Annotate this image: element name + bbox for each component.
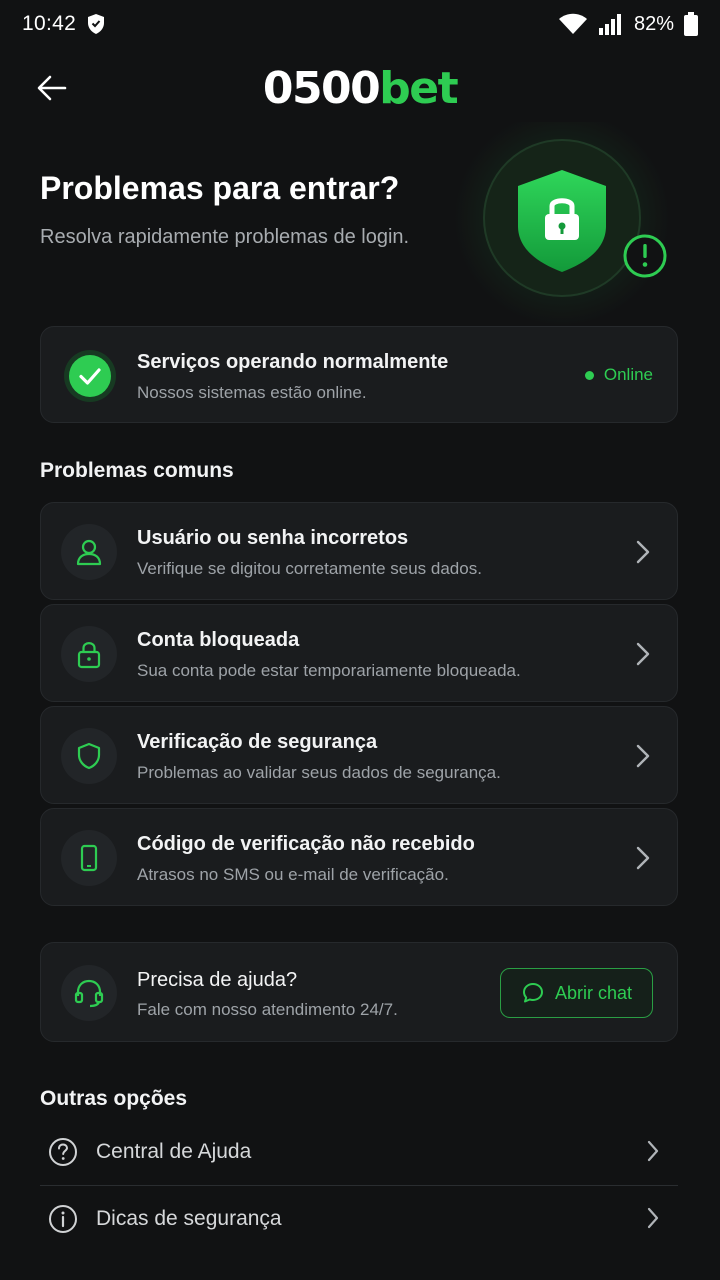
top-bar: 0500 bet: [0, 56, 720, 120]
shield-icon: [77, 742, 101, 770]
common-problems-heading: Problemas comuns: [40, 459, 234, 482]
battery-percent: 82%: [633, 12, 674, 35]
check-circle-icon: [64, 350, 116, 402]
arrow-left-icon: [37, 75, 67, 101]
signal-icon: [598, 14, 621, 35]
help-card: Precisa de ajuda? Fale com nosso atendim…: [40, 942, 678, 1042]
logo-text-number: 0500: [262, 62, 381, 114]
status-time: 10:42: [22, 12, 77, 35]
problem-item-account-locked[interactable]: Conta bloqueada Sua conta pode estar tem…: [40, 604, 678, 702]
chevron-right-icon: [636, 744, 650, 768]
page-subtitle: Resolva rapidamente problemas de login.: [40, 226, 410, 248]
problem-subtitle: Verifique se digitou corretamente seus d…: [137, 559, 482, 578]
chevron-right-icon: [636, 846, 650, 870]
chevron-right-icon: [647, 1207, 659, 1229]
problem-item-code-not-received[interactable]: Código de verificação não recebido Atras…: [40, 808, 678, 906]
back-button[interactable]: [30, 68, 74, 108]
problem-title: Verificação de segurança: [137, 731, 378, 753]
brand-logo: 0500 bet: [262, 62, 459, 114]
open-chat-button[interactable]: Abrir chat: [500, 968, 653, 1018]
open-chat-label: Abrir chat: [554, 982, 633, 1003]
chat-bubble-icon: [522, 983, 543, 1003]
chevron-right-icon: [636, 642, 650, 666]
logo-text-bet: bet: [379, 62, 458, 114]
service-status-title: Serviços operando normalmente: [137, 351, 449, 373]
option-label: Central de Ajuda: [96, 1140, 252, 1163]
battery-icon: [684, 12, 698, 36]
status-bar: 10:42 82%: [0, 0, 720, 48]
problem-title: Conta bloqueada: [137, 629, 300, 651]
headset-icon: [74, 979, 104, 1008]
service-status-subtitle: Nossos sistemas estão online.: [137, 383, 367, 402]
chevron-right-icon: [636, 540, 650, 564]
shield-status-icon: [88, 14, 105, 34]
option-help-center[interactable]: Central de Ajuda: [40, 1119, 678, 1185]
phone-icon: [80, 844, 98, 872]
online-label: Online: [603, 365, 653, 384]
problem-item-security-check[interactable]: Verificação de segurança Problemas ao va…: [40, 706, 678, 804]
lock-icon: [77, 642, 101, 669]
problem-title: Usuário ou senha incorretos: [137, 527, 409, 549]
problem-title: Código de verificação não recebido: [137, 833, 475, 855]
option-label: Dicas de segurança: [96, 1207, 282, 1230]
service-status-card: Serviços operando normalmente Nossos sis…: [40, 326, 678, 423]
help-title: Precisa de ajuda?: [137, 969, 298, 991]
problem-subtitle: Atrasos no SMS ou e-mail de verificação.: [137, 865, 449, 884]
problem-subtitle: Sua conta pode estar temporariamente blo…: [137, 661, 521, 680]
online-dot-icon: [584, 370, 594, 380]
wifi-icon: [558, 13, 587, 34]
security-shield-illustration: [454, 122, 670, 326]
option-security-tips[interactable]: Dicas de segurança: [40, 1186, 678, 1252]
info-icon: [49, 1205, 77, 1233]
page-title: Problemas para entrar?: [40, 170, 400, 206]
chevron-right-icon: [647, 1140, 659, 1162]
problem-item-wrong-credentials[interactable]: Usuário ou senha incorretos Verifique se…: [40, 502, 678, 600]
help-subtitle: Fale com nosso atendimento 24/7.: [137, 1000, 398, 1019]
user-icon: [76, 539, 102, 566]
other-options-heading: Outras opções: [40, 1087, 188, 1110]
question-icon: [49, 1138, 77, 1166]
problem-subtitle: Problemas ao validar seus dados de segur…: [137, 763, 501, 782]
online-badge: Online: [584, 365, 653, 385]
